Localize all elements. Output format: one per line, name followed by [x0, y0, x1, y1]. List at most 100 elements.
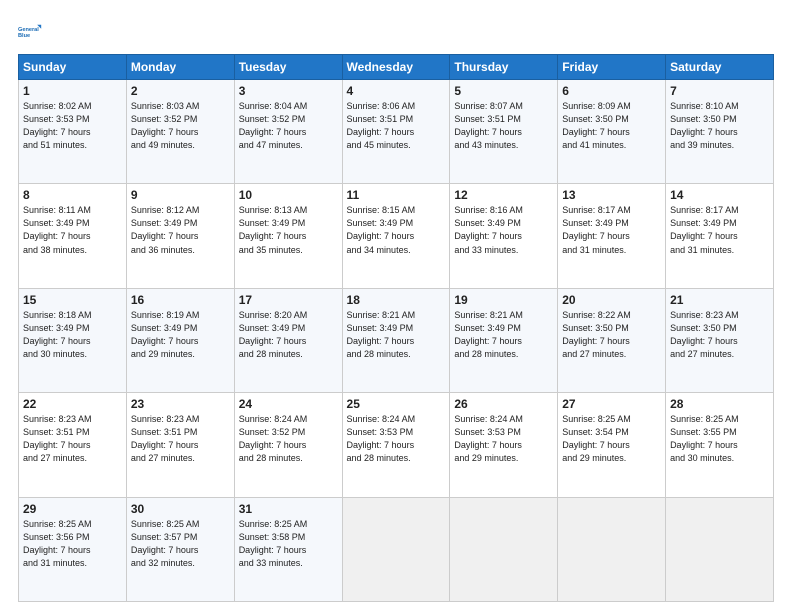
calendar-week-row: 1 Sunrise: 8:02 AM Sunset: 3:53 PM Daylig… [19, 80, 774, 184]
calendar-week-row: 15Sunrise: 8:18 AM Sunset: 3:49 PM Dayli… [19, 288, 774, 392]
day-number: 5 [454, 84, 553, 98]
calendar-cell: 16Sunrise: 8:19 AM Sunset: 3:49 PM Dayli… [126, 288, 234, 392]
day-number: 26 [454, 397, 553, 411]
day-info: Sunrise: 8:21 AM Sunset: 3:49 PM Dayligh… [454, 309, 553, 361]
day-info: Sunrise: 8:21 AM Sunset: 3:49 PM Dayligh… [347, 309, 446, 361]
calendar-cell: 7Sunrise: 8:10 AM Sunset: 3:50 PM Daylig… [666, 80, 774, 184]
calendar-cell: 29 Sunrise: 8:25 AM Sunset: 3:56 PM Dayli… [19, 497, 127, 601]
day-info: Sunrise: 8:02 AM Sunset: 3:53 PM Dayligh… [23, 100, 122, 152]
calendar-cell: 25 Sunrise: 8:24 AM Sunset: 3:53 PM Dayli… [342, 393, 450, 497]
calendar-cell [342, 497, 450, 601]
calendar-week-row: 8 Sunrise: 8:11 AM Sunset: 3:49 PM Daylig… [19, 184, 774, 288]
day-header-sunday: Sunday [19, 55, 127, 80]
calendar-cell: 22Sunrise: 8:23 AM Sunset: 3:51 PM Dayli… [19, 393, 127, 497]
day-info: Sunrise: 8:25 AM Sunset: 3:54 PM Dayligh… [562, 413, 661, 465]
calendar-cell: 23 Sunrise: 8:23 AM Sunset: 3:51 PM Dayli… [126, 393, 234, 497]
day-info: Sunrise: 8:25 AM Sunset: 3:55 PM Dayligh… [670, 413, 769, 465]
svg-text:General: General [18, 27, 39, 33]
day-info: Sunrise: 8:06 AM Sunset: 3:51 PM Dayligh… [347, 100, 446, 152]
day-info: Sunrise: 8:11 AM Sunset: 3:49 PM Dayligh… [23, 204, 122, 256]
day-number: 17 [239, 293, 338, 307]
day-info: Sunrise: 8:17 AM Sunset: 3:49 PM Dayligh… [562, 204, 661, 256]
day-info: Sunrise: 8:17 AM Sunset: 3:49 PM Dayligh… [670, 204, 769, 256]
day-number: 2 [131, 84, 230, 98]
day-header-tuesday: Tuesday [234, 55, 342, 80]
calendar-cell: 15Sunrise: 8:18 AM Sunset: 3:49 PM Dayli… [19, 288, 127, 392]
day-info: Sunrise: 8:15 AM Sunset: 3:49 PM Dayligh… [347, 204, 446, 256]
day-number: 30 [131, 502, 230, 516]
logo-icon: GeneralBlue [18, 18, 46, 46]
calendar-cell: 5 Sunrise: 8:07 AM Sunset: 3:51 PM Daylig… [450, 80, 558, 184]
logo: GeneralBlue [18, 18, 46, 46]
day-info: Sunrise: 8:25 AM Sunset: 3:57 PM Dayligh… [131, 518, 230, 570]
calendar-cell: 9Sunrise: 8:12 AM Sunset: 3:49 PM Daylig… [126, 184, 234, 288]
calendar-cell: 13Sunrise: 8:17 AM Sunset: 3:49 PM Dayli… [558, 184, 666, 288]
day-number: 14 [670, 188, 769, 202]
calendar-cell [666, 497, 774, 601]
day-info: Sunrise: 8:07 AM Sunset: 3:51 PM Dayligh… [454, 100, 553, 152]
day-number: 28 [670, 397, 769, 411]
day-info: Sunrise: 8:24 AM Sunset: 3:53 PM Dayligh… [347, 413, 446, 465]
day-info: Sunrise: 8:24 AM Sunset: 3:53 PM Dayligh… [454, 413, 553, 465]
day-number: 21 [670, 293, 769, 307]
calendar-cell: 28 Sunrise: 8:25 AM Sunset: 3:55 PM Dayli… [666, 393, 774, 497]
calendar-cell: 27 Sunrise: 8:25 AM Sunset: 3:54 PM Dayli… [558, 393, 666, 497]
day-info: Sunrise: 8:25 AM Sunset: 3:58 PM Dayligh… [239, 518, 338, 570]
day-info: Sunrise: 8:23 AM Sunset: 3:51 PM Dayligh… [131, 413, 230, 465]
day-info: Sunrise: 8:18 AM Sunset: 3:49 PM Dayligh… [23, 309, 122, 361]
day-info: Sunrise: 8:22 AM Sunset: 3:50 PM Dayligh… [562, 309, 661, 361]
day-number: 27 [562, 397, 661, 411]
day-number: 22 [23, 397, 122, 411]
day-number: 3 [239, 84, 338, 98]
page-header: GeneralBlue [18, 18, 774, 46]
calendar-week-row: 29 Sunrise: 8:25 AM Sunset: 3:56 PM Dayli… [19, 497, 774, 601]
day-number: 4 [347, 84, 446, 98]
day-number: 8 [23, 188, 122, 202]
calendar-header-row: SundayMondayTuesdayWednesdayThursdayFrid… [19, 55, 774, 80]
day-number: 11 [347, 188, 446, 202]
calendar-week-row: 22 Sunrise: 8:23 AM Sunset: 3:51 PM Dayli… [19, 393, 774, 497]
day-info: Sunrise: 8:25 AM Sunset: 3:56 PM Dayligh… [23, 518, 122, 570]
day-info: Sunrise: 8:23 AM Sunset: 3:50 PM Dayligh… [670, 309, 769, 361]
day-info: Sunrise: 8:10 AM Sunset: 3:50 PM Dayligh… [670, 100, 769, 152]
calendar-cell [558, 497, 666, 601]
day-header-wednesday: Wednesday [342, 55, 450, 80]
day-header-monday: Monday [126, 55, 234, 80]
calendar-cell: 21 Sunrise: 8:23 AM Sunset: 3:50 PM Dayli… [666, 288, 774, 392]
day-number: 1 [23, 84, 122, 98]
day-info: Sunrise: 8:20 AM Sunset: 3:49 PM Dayligh… [239, 309, 338, 361]
day-number: 20 [562, 293, 661, 307]
calendar-cell: 14 Sunrise: 8:17 AM Sunset: 3:49 PM Dayli… [666, 184, 774, 288]
calendar-cell: 2 Sunrise: 8:03 AM Sunset: 3:52 PM Daylig… [126, 80, 234, 184]
calendar-cell: 26 Sunrise: 8:24 AM Sunset: 3:53 PM Dayli… [450, 393, 558, 497]
calendar-cell: 12 Sunrise: 8:16 AM Sunset: 3:49 PM Dayli… [450, 184, 558, 288]
day-number: 18 [347, 293, 446, 307]
calendar-cell: 19 Sunrise: 8:21 AM Sunset: 3:49 PM Dayli… [450, 288, 558, 392]
svg-text:Blue: Blue [18, 33, 30, 39]
day-number: 12 [454, 188, 553, 202]
calendar-cell [450, 497, 558, 601]
calendar-cell: 31 Sunrise: 8:25 AM Sunset: 3:58 PM Dayli… [234, 497, 342, 601]
calendar-cell: 4 Sunrise: 8:06 AM Sunset: 3:51 PM Daylig… [342, 80, 450, 184]
calendar-cell: 17 Sunrise: 8:20 AM Sunset: 3:49 PM Dayli… [234, 288, 342, 392]
day-number: 9 [131, 188, 230, 202]
day-number: 24 [239, 397, 338, 411]
day-number: 25 [347, 397, 446, 411]
day-number: 10 [239, 188, 338, 202]
calendar-cell: 24 Sunrise: 8:24 AM Sunset: 3:52 PM Dayli… [234, 393, 342, 497]
calendar-cell: 18 Sunrise: 8:21 AM Sunset: 3:49 PM Dayli… [342, 288, 450, 392]
day-header-saturday: Saturday [666, 55, 774, 80]
day-number: 23 [131, 397, 230, 411]
day-number: 19 [454, 293, 553, 307]
day-info: Sunrise: 8:16 AM Sunset: 3:49 PM Dayligh… [454, 204, 553, 256]
day-header-friday: Friday [558, 55, 666, 80]
calendar-cell: 11 Sunrise: 8:15 AM Sunset: 3:49 PM Dayli… [342, 184, 450, 288]
day-number: 29 [23, 502, 122, 516]
day-number: 31 [239, 502, 338, 516]
day-info: Sunrise: 8:03 AM Sunset: 3:52 PM Dayligh… [131, 100, 230, 152]
day-info: Sunrise: 8:19 AM Sunset: 3:49 PM Dayligh… [131, 309, 230, 361]
day-info: Sunrise: 8:24 AM Sunset: 3:52 PM Dayligh… [239, 413, 338, 465]
day-info: Sunrise: 8:13 AM Sunset: 3:49 PM Dayligh… [239, 204, 338, 256]
calendar-cell: 20 Sunrise: 8:22 AM Sunset: 3:50 PM Dayli… [558, 288, 666, 392]
calendar-cell: 10 Sunrise: 8:13 AM Sunset: 3:49 PM Dayli… [234, 184, 342, 288]
